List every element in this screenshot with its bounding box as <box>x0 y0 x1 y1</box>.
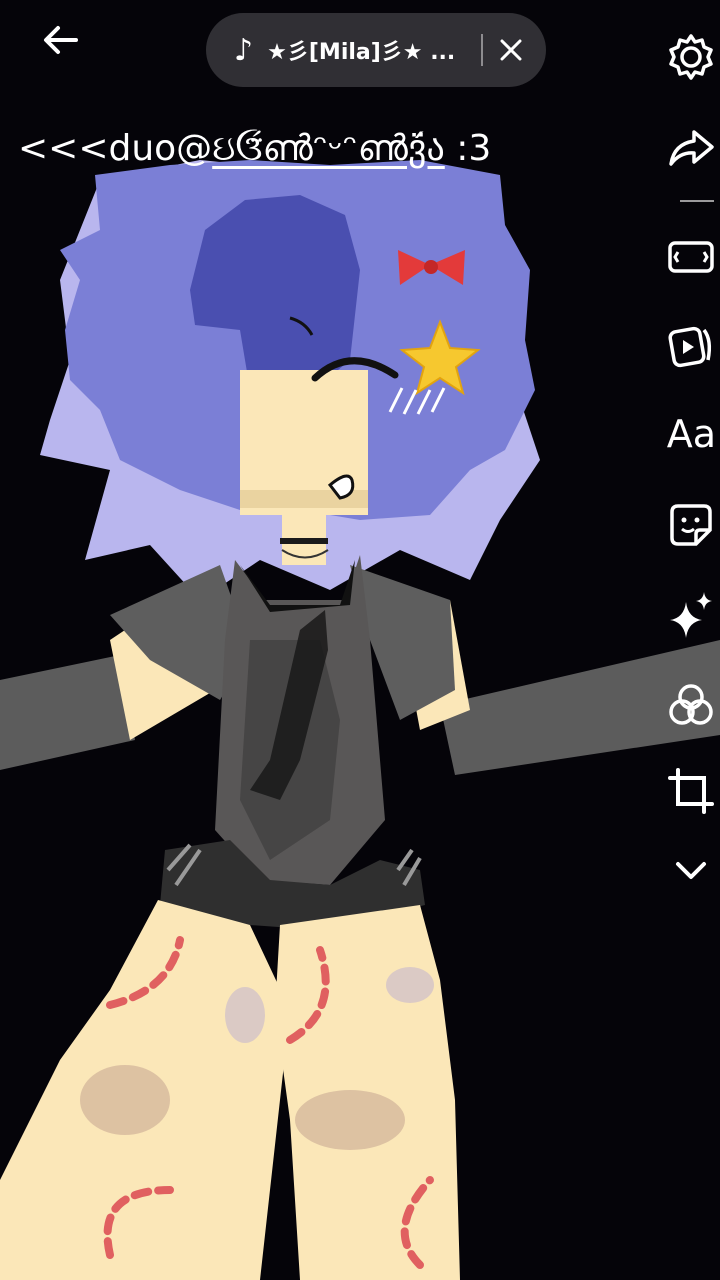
effects-sparkle-icon[interactable] <box>666 590 716 640</box>
back-arrow-icon[interactable] <box>36 18 84 66</box>
settings-gear-icon[interactable] <box>666 32 716 82</box>
music-note-icon: ♪ <box>234 32 254 68</box>
video-clips-icon[interactable] <box>666 320 716 370</box>
caption-prefix: <<<duo@ <box>18 128 213 169</box>
sound-selector[interactable]: ♪ ★彡[Mila]彡★ ... <box>206 13 546 87</box>
crop-icon[interactable] <box>666 766 716 816</box>
share-arrow-icon[interactable] <box>666 122 716 172</box>
sound-divider <box>481 34 484 66</box>
character-artwork <box>0 160 720 1280</box>
filters-icon[interactable] <box>666 680 716 730</box>
rail-divider <box>680 200 714 202</box>
editor-canvas: ♪ ★彡[Mila]彡★ ... <<<duo@ઇઉ̈́ൺᵔᵕᵔൺვ̈́ა :3… <box>0 0 720 1280</box>
caption-overlay-text[interactable]: <<<duo@ઇઉ̈́ൺᵔᵕᵔൺვ̈́ა :3 <box>18 128 491 170</box>
chevron-down-icon[interactable] <box>666 846 716 896</box>
aspect-ratio-icon[interactable] <box>666 232 716 282</box>
editor-tool-rail: Aa <box>660 0 720 1280</box>
text-tool-button[interactable]: Aa <box>667 412 716 456</box>
sound-title: ★彡[Mila]彡★ ... <box>267 40 456 65</box>
caption-handle: ઇઉ̈́ൺᵔᵕᵔൺვ̈́ა <box>212 128 445 169</box>
sticker-icon[interactable] <box>666 500 716 550</box>
caption-suffix: :3 <box>444 128 492 169</box>
close-icon[interactable] <box>497 36 525 64</box>
